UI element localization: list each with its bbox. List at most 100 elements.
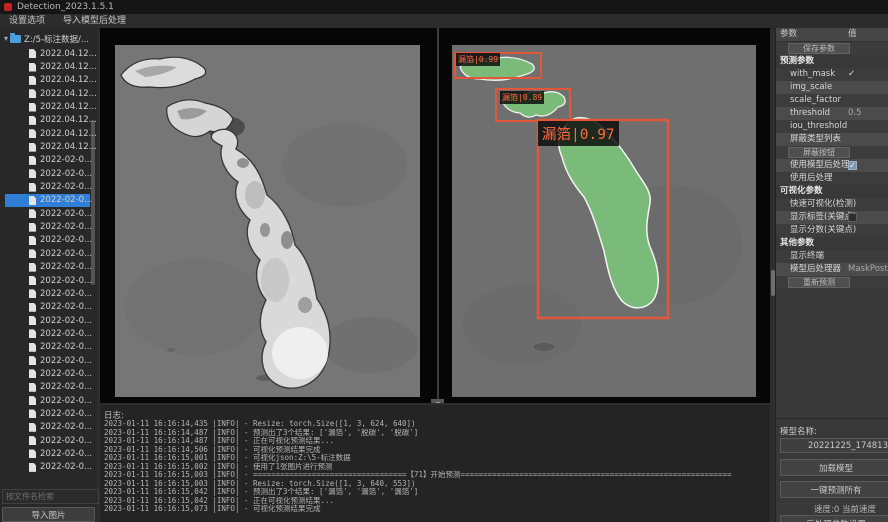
tree-item[interactable]: 2022-02-0... bbox=[0, 194, 97, 207]
tree-item[interactable]: 2022-02-0... bbox=[0, 154, 97, 167]
file-icon bbox=[29, 116, 36, 125]
load-model-button[interactable]: 加载模型 bbox=[780, 459, 888, 476]
tree-item-label: 2022-02-0... bbox=[40, 382, 92, 392]
param-value[interactable] bbox=[848, 211, 857, 224]
panel-scrollbar[interactable] bbox=[771, 270, 775, 296]
param-row[interactable]: with_mask ✓ bbox=[776, 68, 888, 81]
checkbox-unchecked[interactable] bbox=[848, 213, 857, 222]
log-console[interactable]: 日志: 2023-01-11 16:16:14,435 |INFO| - Res… bbox=[100, 403, 770, 522]
param-label: with_mask bbox=[790, 68, 835, 81]
tree-item[interactable]: 2022-02-0... bbox=[0, 180, 97, 193]
param-button-row: 保存参数 bbox=[776, 42, 888, 55]
file-icon bbox=[29, 156, 36, 165]
file-icon bbox=[29, 436, 36, 445]
param-button-row: 重新预测 bbox=[776, 276, 888, 289]
tree-item[interactable]: 2022-02-0... bbox=[0, 461, 97, 474]
original-image[interactable] bbox=[115, 45, 420, 397]
menu-item-import-postprocess[interactable]: 导入模型后处理 bbox=[54, 14, 135, 28]
tree-item[interactable]: 2022-02-0... bbox=[0, 287, 97, 300]
param-row[interactable]: 模型后处理器MaskPostPro bbox=[776, 263, 888, 276]
param-row[interactable]: 显示标签(关键点) bbox=[776, 211, 888, 224]
expand-arrow-icon[interactable]: ▾ bbox=[4, 34, 8, 43]
param-section-header: 预测参数 bbox=[776, 55, 888, 68]
param-action-button[interactable]: 屏蔽按钮 bbox=[788, 147, 850, 158]
tree-root-folder[interactable]: ▾ Z:/5-标注数据/... bbox=[0, 32, 89, 45]
param-section-header: 其他参数 bbox=[776, 237, 888, 250]
model-name-value[interactable]: 20221225_174813 bbox=[780, 438, 888, 453]
tree-item[interactable]: 2022-02-0... bbox=[0, 207, 97, 220]
tree-item[interactable]: 2022-02-0... bbox=[0, 247, 97, 260]
param-row[interactable]: 显示终端 bbox=[776, 250, 888, 263]
param-row[interactable]: threshold0.5 bbox=[776, 107, 888, 120]
tree-item[interactable]: 2022-02-0... bbox=[0, 354, 97, 367]
tree-item[interactable]: 2022-02-0... bbox=[0, 261, 97, 274]
tree-item-label: 2022-02-0... bbox=[40, 342, 92, 352]
prediction-image[interactable]: 漏箔|0.99 漏箔|0.89 漏箔|0.97 bbox=[452, 45, 756, 397]
param-row[interactable]: 使用模型后处理✓ bbox=[776, 159, 888, 172]
menu-item-settings[interactable]: 设置选项 bbox=[0, 14, 54, 28]
tree-item[interactable]: 2022.04.12... bbox=[0, 140, 97, 153]
panel-splitter[interactable] bbox=[437, 28, 439, 403]
tree-item[interactable]: 2022-02-0... bbox=[0, 167, 97, 180]
tree-item-label: 2022-02-0... bbox=[40, 276, 92, 286]
param-row[interactable]: iou_threshold bbox=[776, 120, 888, 133]
param-row[interactable]: img_scale bbox=[776, 81, 888, 94]
tree-item[interactable]: 2022-02-0... bbox=[0, 447, 97, 460]
tree-item-label: 2022.04.12... bbox=[40, 75, 97, 85]
param-row[interactable]: 显示分数(关键点) bbox=[776, 224, 888, 237]
param-row[interactable]: scale_factor bbox=[776, 94, 888, 107]
tree-item[interactable]: 2022-02-0... bbox=[0, 301, 97, 314]
param-action-button[interactable]: 保存参数 bbox=[788, 43, 850, 54]
param-row[interactable]: 使用后处理 bbox=[776, 172, 888, 185]
param-label: 显示终端 bbox=[790, 250, 824, 263]
tree-item[interactable]: 2022-02-0... bbox=[0, 327, 97, 340]
tree-item-label: 2022-02-0... bbox=[40, 182, 92, 192]
tree-item[interactable]: 2022.04.12... bbox=[0, 87, 97, 100]
tree-item[interactable]: 2022-02-0... bbox=[0, 234, 97, 247]
tree-item[interactable]: 2022-02-0... bbox=[0, 394, 97, 407]
tree-item[interactable]: 2022.04.12... bbox=[0, 127, 97, 140]
file-icon bbox=[29, 129, 36, 138]
tree-item[interactable]: 2022.04.12... bbox=[0, 74, 97, 87]
tree-item-label: 2022-02-0... bbox=[40, 289, 92, 299]
parameters-panel: 参数 值 保存参数预测参数with_mask✓img_scalescale_fa… bbox=[775, 28, 888, 522]
tree-item-label: 2022-02-0... bbox=[40, 155, 92, 165]
tree-item[interactable]: 2022-02-0... bbox=[0, 274, 97, 287]
detection-label: 漏箔|0.97 bbox=[538, 121, 619, 146]
tree-item[interactable]: 2022.04.12... bbox=[0, 60, 97, 73]
checkmark-icon: ✓ bbox=[848, 68, 855, 81]
tree-item[interactable]: 2022-02-0... bbox=[0, 434, 97, 447]
tree-item[interactable]: 2022-02-0... bbox=[0, 220, 97, 233]
tree-item[interactable]: 2022.04.12... bbox=[0, 114, 97, 127]
file-icon bbox=[29, 89, 36, 98]
checkbox-checked[interactable]: ✓ bbox=[848, 161, 857, 170]
file-tree-panel: ▾ Z:/5-标注数据/... 2022.04.12...2022.04.12.… bbox=[0, 28, 97, 522]
tree-item[interactable]: 2022-02-0... bbox=[0, 421, 97, 434]
tree-item[interactable]: 2022.04.12... bbox=[0, 47, 97, 60]
tree-item-label: 2022-02-0... bbox=[40, 409, 92, 419]
param-action-button[interactable]: 重新预测 bbox=[788, 277, 850, 288]
import-image-button[interactable]: 导入图片 bbox=[2, 507, 95, 522]
param-row[interactable]: 屏蔽类型列表 bbox=[776, 133, 888, 146]
param-row[interactable]: 快速可视化(检测) bbox=[776, 198, 888, 211]
image-viewer: 漏箔|0.99 漏箔|0.89 漏箔|0.97 bbox=[100, 28, 770, 403]
tree-item[interactable]: 2022-02-0... bbox=[0, 367, 97, 380]
parameters-header: 参数 值 bbox=[776, 28, 888, 42]
param-section-header: 可视化参数 bbox=[776, 185, 888, 198]
file-icon bbox=[29, 343, 36, 352]
tree-item[interactable]: 2022-02-0... bbox=[0, 381, 97, 394]
predict-all-button[interactable]: 一键预测所有 bbox=[780, 481, 888, 498]
file-icon bbox=[29, 236, 36, 245]
tree-item-label: 2022.04.12... bbox=[40, 102, 97, 112]
tree-item[interactable]: 2022-02-0... bbox=[0, 341, 97, 354]
tree-item-label: 2022.04.12... bbox=[40, 142, 97, 152]
tree-item[interactable]: 2022.04.12... bbox=[0, 100, 97, 113]
tree-item[interactable]: 2022-02-0... bbox=[0, 407, 97, 420]
search-input[interactable] bbox=[2, 489, 99, 504]
param-value: 0.5 bbox=[848, 107, 862, 120]
tree-item[interactable]: 2022-02-0... bbox=[0, 314, 97, 327]
tree-item-label: 2022-02-0... bbox=[40, 356, 92, 366]
param-value[interactable]: ✓ bbox=[848, 159, 857, 172]
original-image-canvas bbox=[115, 45, 420, 397]
postprocess-settings-button[interactable]: 后处理参数设置 bbox=[780, 515, 888, 522]
